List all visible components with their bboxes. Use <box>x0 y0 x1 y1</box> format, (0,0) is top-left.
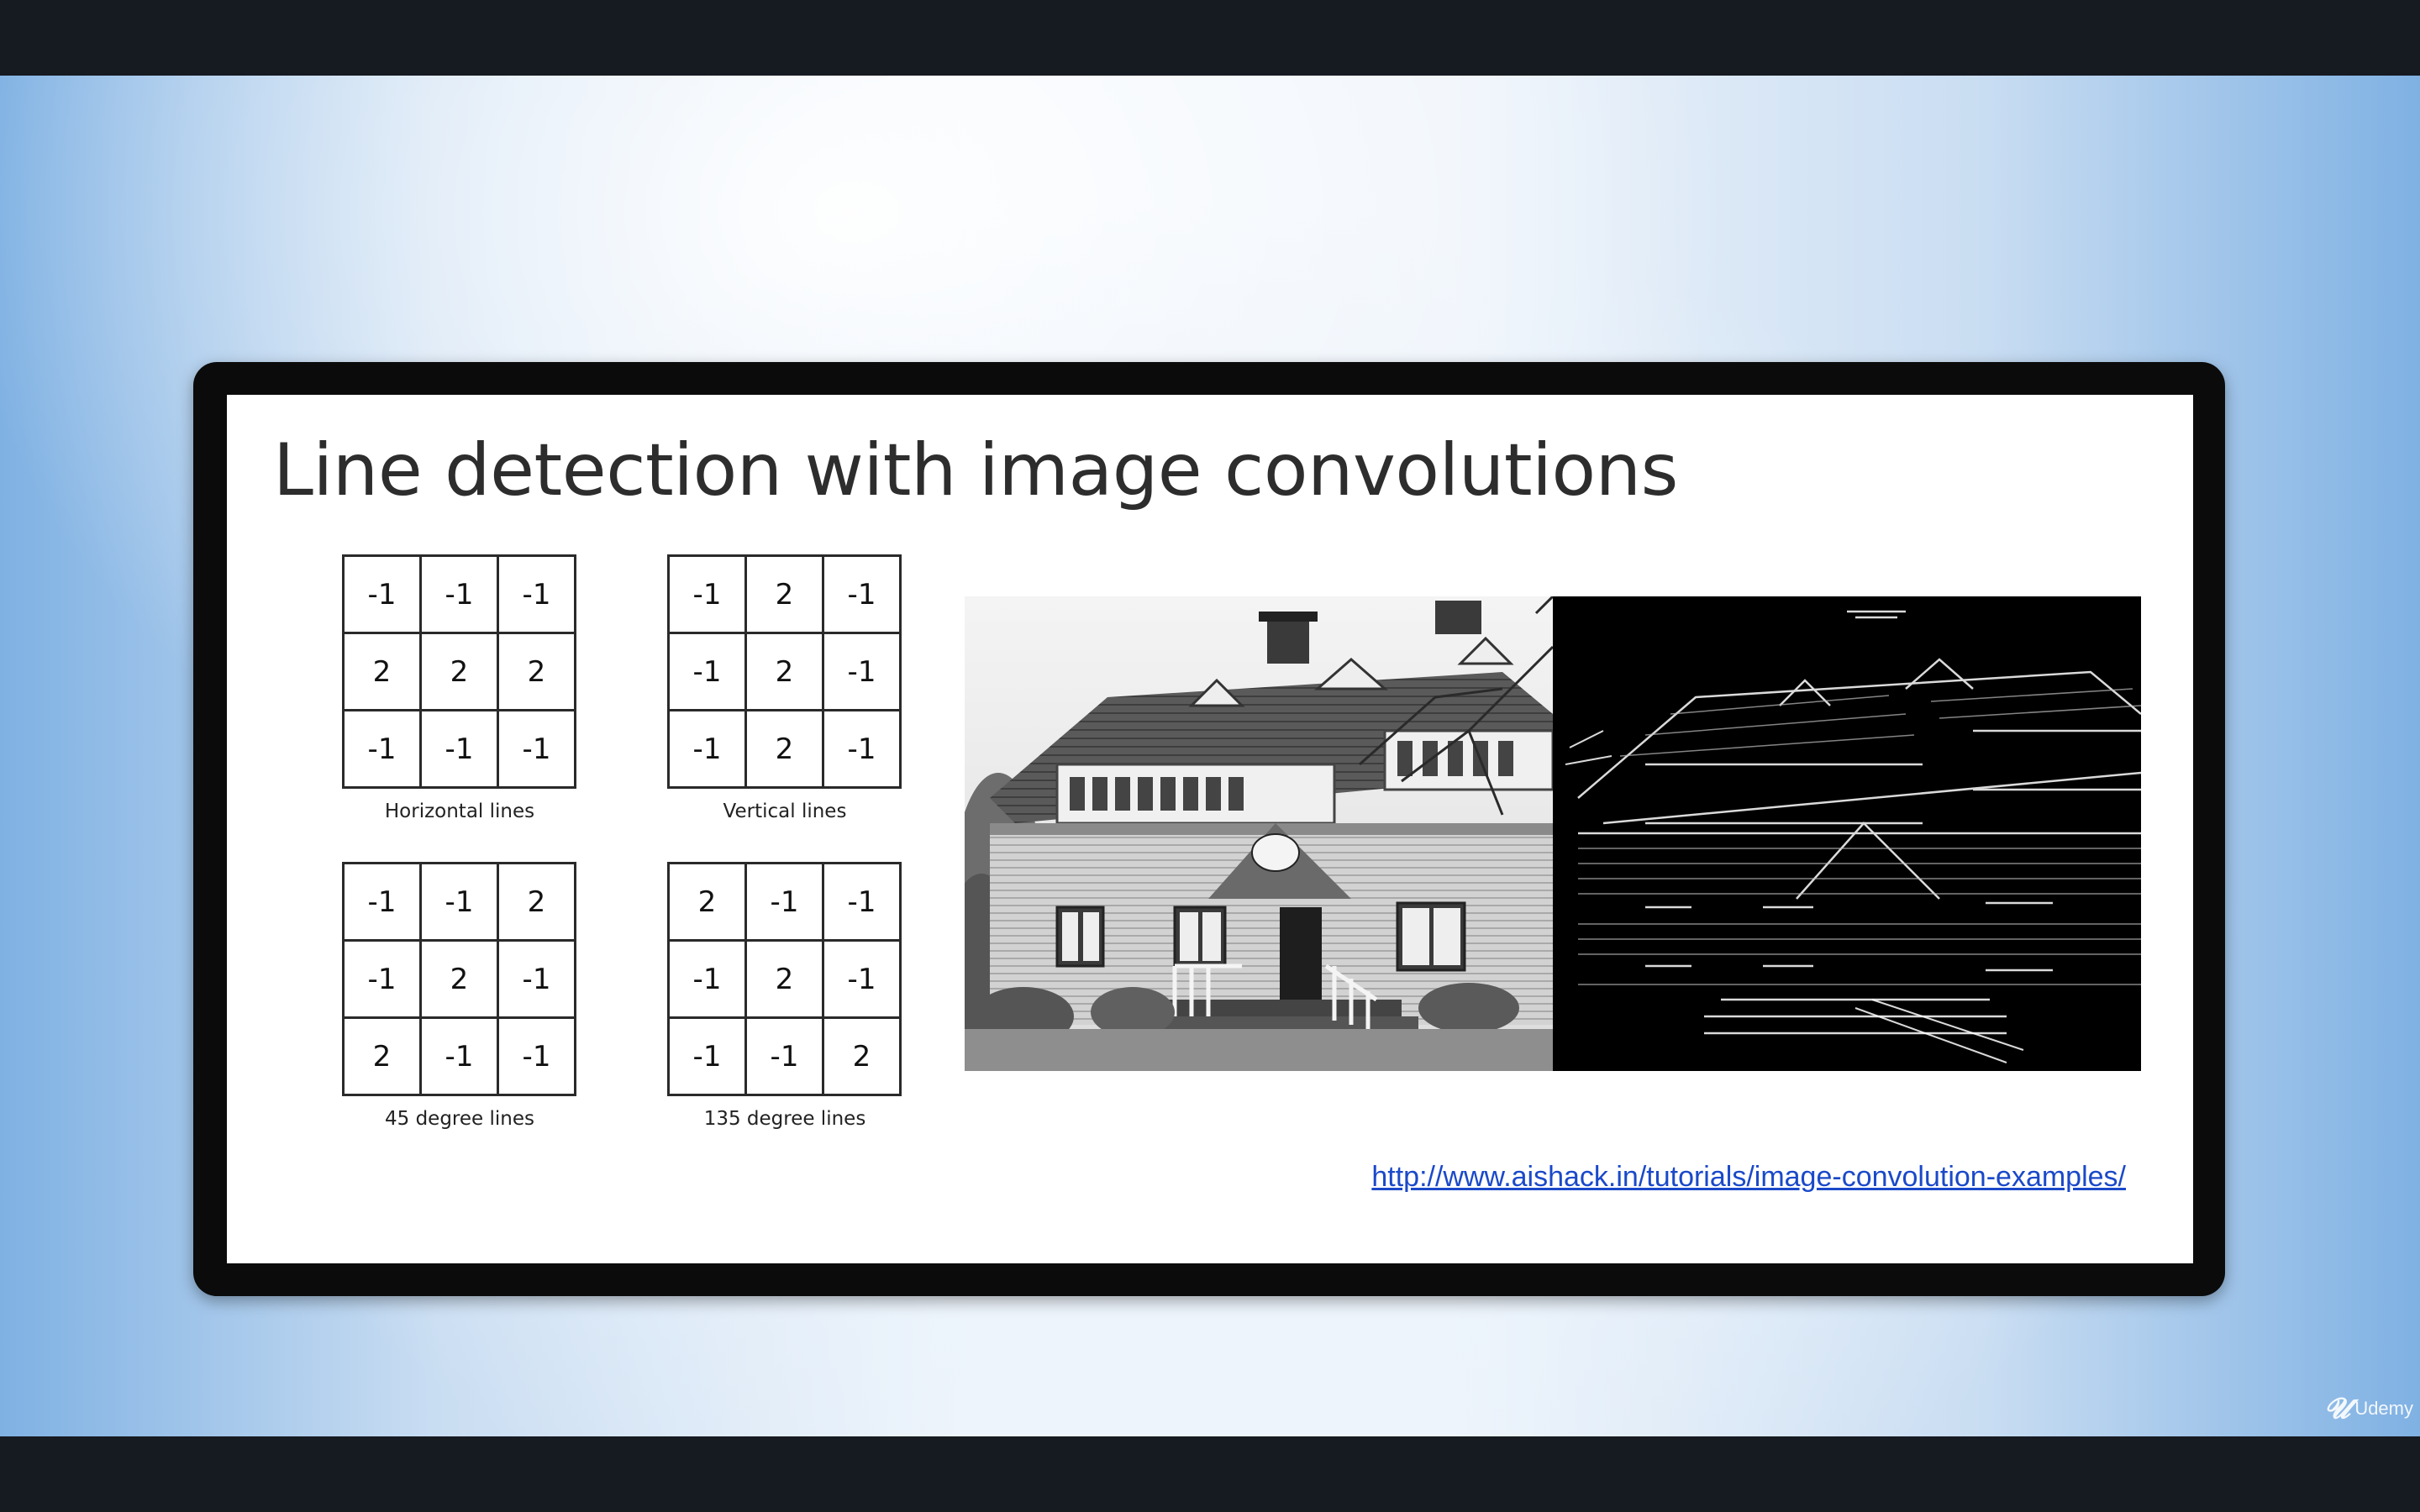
kernel-cell: -1 <box>744 862 824 942</box>
kernel-cell: -1 <box>342 554 422 634</box>
kernel-caption: Horizontal lines <box>384 801 535 822</box>
kernel-cell: 2 <box>744 632 824 711</box>
kernel-cell: -1 <box>822 554 902 634</box>
udemy-watermark: 𝓤 Udemy <box>2324 1394 2413 1423</box>
kernel-cell: 2 <box>822 1016 902 1096</box>
kernel-cell: -1 <box>822 862 902 942</box>
kernel-cell: -1 <box>342 709 422 789</box>
kernel-cell: -1 <box>667 632 747 711</box>
kernel-cell: -1 <box>419 709 499 789</box>
kernel-cell: 2 <box>497 632 576 711</box>
kernel-caption: 135 degree lines <box>703 1108 866 1130</box>
kernel-cell: 2 <box>342 632 422 711</box>
kernel-cell: -1 <box>497 709 576 789</box>
kernel-cell: 2 <box>744 709 824 789</box>
kernel-cell: -1 <box>419 1016 499 1096</box>
kernel-cell: 2 <box>744 939 824 1019</box>
source-link[interactable]: http://www.aishack.in/tutorials/image-co… <box>1371 1161 2126 1194</box>
kernel-cell: 2 <box>419 632 499 711</box>
kernel-cell: -1 <box>497 939 576 1019</box>
kernel-cell: 2 <box>667 862 747 942</box>
kernel-45-degree-lines: -1 -1 2 -1 2 -1 2 -1 -1 45 degree lines <box>342 862 577 1130</box>
house-photo-line-detected <box>1553 596 2141 1071</box>
kernel-cell: -1 <box>342 862 422 942</box>
kernel-cell: -1 <box>497 554 576 634</box>
kernel-cell: -1 <box>822 632 902 711</box>
kernel-cell: 2 <box>342 1016 422 1096</box>
kernel-cell: -1 <box>667 939 747 1019</box>
slide: Line detection with image convolutions -… <box>227 395 2193 1263</box>
kernel-cell: -1 <box>419 554 499 634</box>
kernel-caption: 45 degree lines <box>385 1108 534 1130</box>
kernel-cell: -1 <box>342 939 422 1019</box>
kernel-grid: 2 -1 -1 -1 2 -1 -1 -1 2 <box>667 862 902 1096</box>
kernel-horizontal-lines: -1 -1 -1 2 2 2 -1 -1 -1 Horizontal lines <box>342 554 577 822</box>
slide-title: Line detection with image convolutions <box>273 428 1678 512</box>
kernel-cell: -1 <box>667 709 747 789</box>
video-stage: Line detection with image convolutions -… <box>0 76 2420 1436</box>
kernel-cell: 2 <box>744 554 824 634</box>
kernel-cell: -1 <box>419 862 499 942</box>
kernel-grid: -1 -1 -1 2 2 2 -1 -1 -1 <box>342 554 576 789</box>
kernel-135-degree-lines: 2 -1 -1 -1 2 -1 -1 -1 2 135 degree lines <box>667 862 902 1130</box>
kernel-cell: 2 <box>497 862 576 942</box>
kernel-cell: -1 <box>744 1016 824 1096</box>
kernel-cell: -1 <box>822 939 902 1019</box>
house-photo-original <box>965 596 1553 1071</box>
kernel-cell: -1 <box>667 1016 747 1096</box>
kernel-cell: -1 <box>822 709 902 789</box>
kernel-cell: -1 <box>497 1016 576 1096</box>
udemy-logo-icon: 𝓤 <box>2324 1393 2350 1425</box>
kernel-grid: -1 2 -1 -1 2 -1 -1 2 -1 <box>667 554 902 789</box>
watermark-label: Udemy <box>2354 1398 2413 1419</box>
kernel-cell: -1 <box>667 554 747 634</box>
kernel-grid: -1 -1 2 -1 2 -1 2 -1 -1 <box>342 862 576 1096</box>
kernel-cell: 2 <box>419 939 499 1019</box>
kernel-vertical-lines: -1 2 -1 -1 2 -1 -1 2 -1 Vertical lines <box>667 554 902 822</box>
kernel-caption: Vertical lines <box>723 801 847 822</box>
